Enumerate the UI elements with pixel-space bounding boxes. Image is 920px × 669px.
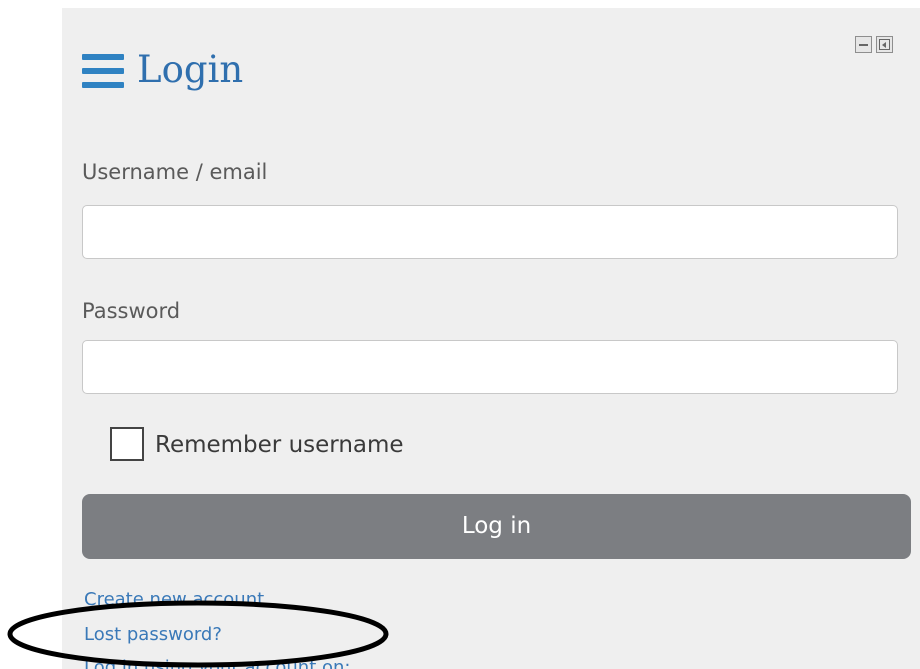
menu-icon-bar	[82, 54, 124, 60]
username-input[interactable]	[82, 205, 898, 259]
login-button[interactable]: Log in	[82, 494, 911, 559]
password-label: Password	[82, 299, 181, 323]
menu-icon-bar	[82, 82, 124, 88]
remember-username-label[interactable]: Remember username	[155, 428, 404, 462]
minimize-icon[interactable]	[855, 36, 872, 53]
page: Login Username / email Password Remember…	[0, 0, 920, 669]
login-block	[62, 8, 920, 669]
menu-icon-bar	[82, 68, 124, 74]
password-input[interactable]	[82, 340, 898, 394]
remember-username-checkbox[interactable]	[110, 427, 144, 461]
create-account-link[interactable]: Create new account	[84, 588, 264, 612]
oauth-login-link[interactable]: Log in using your account on:	[84, 656, 350, 669]
menu-icon[interactable]	[82, 54, 124, 88]
username-label: Username / email	[82, 160, 268, 184]
block-title: Login	[137, 48, 244, 91]
lost-password-link[interactable]: Lost password?	[84, 623, 222, 647]
dock-icon[interactable]	[876, 36, 893, 53]
